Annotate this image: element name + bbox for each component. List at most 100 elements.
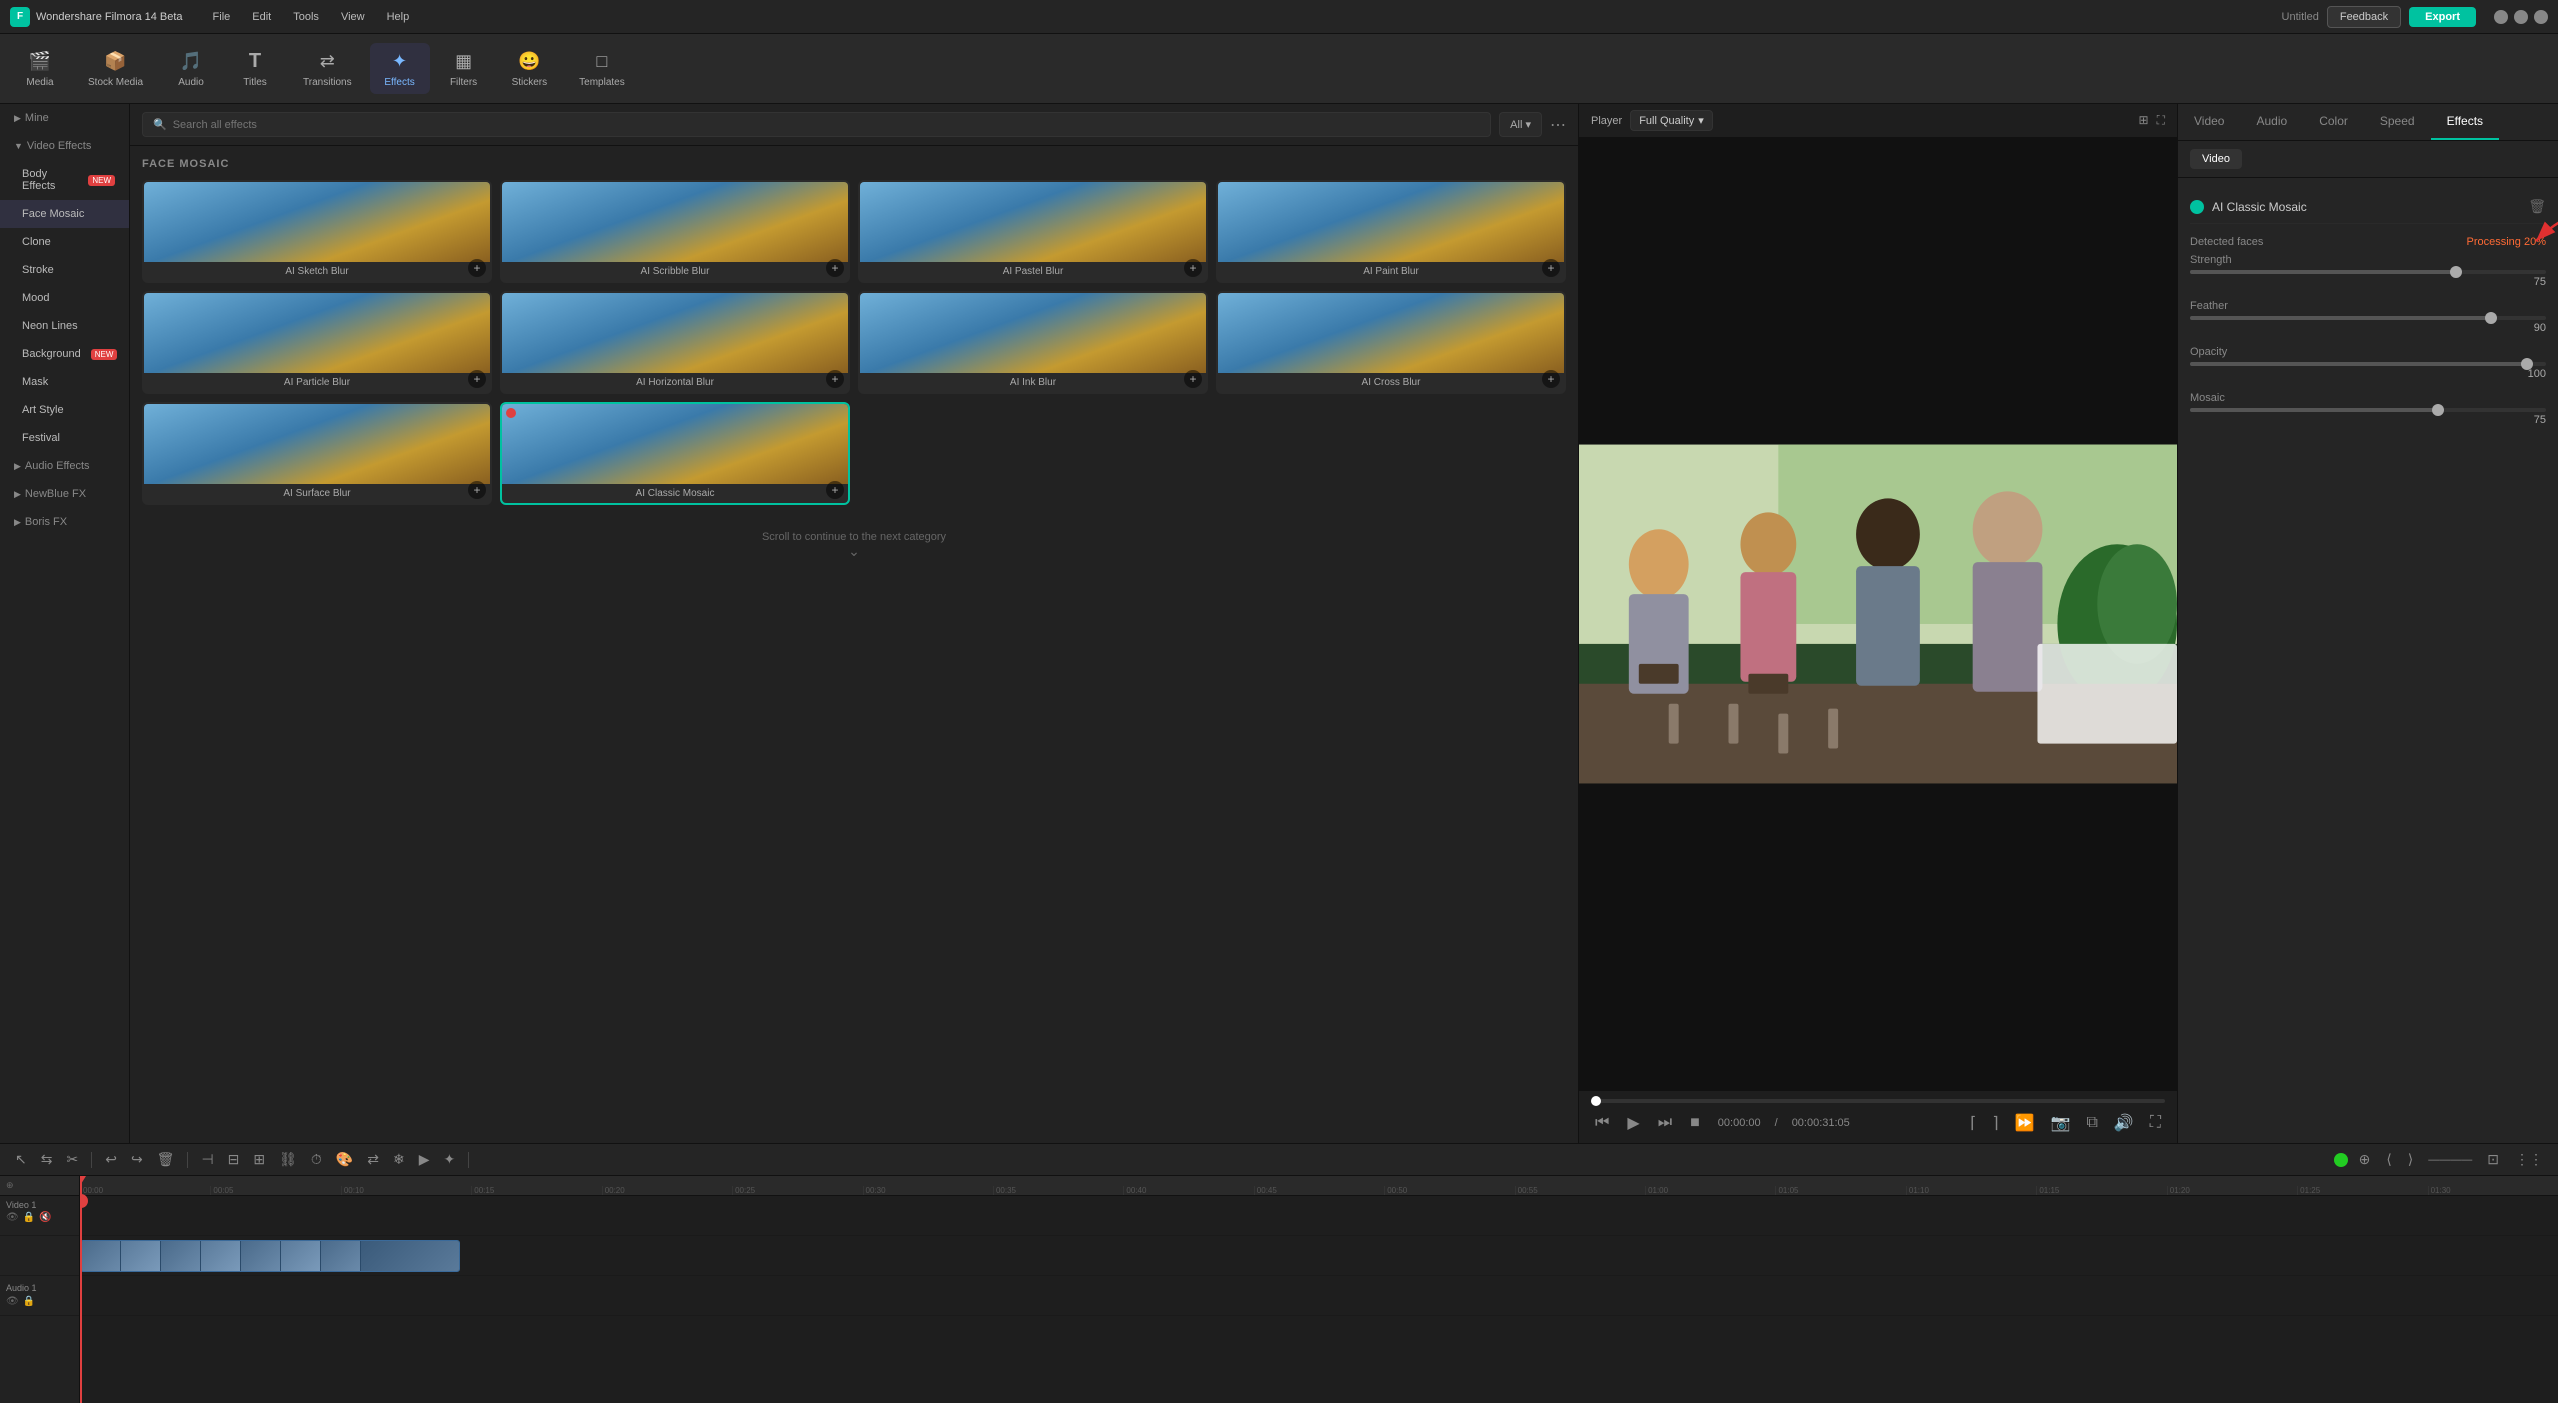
- tool-stock-media[interactable]: 📦 Stock Media: [74, 43, 157, 94]
- sidebar-item-background[interactable]: Background NEW: [0, 340, 129, 368]
- effect-ai-pastel-blur[interactable]: AI Pastel Blur +: [858, 180, 1208, 283]
- menu-edit[interactable]: Edit: [242, 7, 281, 27]
- effect-add-icon[interactable]: +: [1542, 259, 1560, 277]
- ai-button[interactable]: ✦: [439, 1148, 461, 1171]
- export-button[interactable]: Export: [2409, 7, 2476, 27]
- snapshot-button[interactable]: 📷: [2047, 1111, 2075, 1135]
- tool-transitions[interactable]: ⇄ Transitions: [289, 43, 366, 94]
- undo-button[interactable]: ↩: [100, 1148, 122, 1171]
- video-track-visibility-icon[interactable]: 👁: [6, 1212, 19, 1223]
- tab-effects[interactable]: Effects: [2431, 104, 2499, 140]
- crop-button[interactable]: ⊟: [223, 1148, 245, 1171]
- fit-timeline-button[interactable]: ⊡: [2482, 1148, 2504, 1171]
- feedback-button[interactable]: Feedback: [2327, 6, 2401, 28]
- record-button[interactable]: [2334, 1153, 2348, 1167]
- audio-track-lock-icon[interactable]: 🔒: [23, 1296, 35, 1307]
- tool-media[interactable]: 🎬 Media: [10, 43, 70, 94]
- effect-add-icon[interactable]: +: [468, 259, 486, 277]
- video-track-lock-icon[interactable]: 🔒: [23, 1212, 35, 1223]
- search-box[interactable]: 🔍: [142, 112, 1491, 137]
- effect-add-icon[interactable]: +: [826, 481, 844, 499]
- tab-video[interactable]: Video: [2178, 104, 2240, 140]
- freeze-frame-button[interactable]: ❄: [388, 1148, 410, 1171]
- section-audio-effects[interactable]: ▶ Audio Effects: [0, 452, 129, 480]
- sidebar-item-festival[interactable]: Festival: [0, 424, 129, 452]
- sidebar-item-face-mosaic[interactable]: Face Mosaic: [0, 200, 129, 228]
- effect-add-icon[interactable]: +: [468, 481, 486, 499]
- go-to-end-button[interactable]: ⏭: [1654, 1112, 1676, 1134]
- trim-button[interactable]: ✂: [61, 1148, 83, 1171]
- effect-add-icon[interactable]: +: [826, 370, 844, 388]
- video-clip[interactable]: [80, 1240, 460, 1272]
- skip-forward-button[interactable]: ⏩: [2011, 1111, 2039, 1135]
- quality-select[interactable]: Full Quality ▾: [1630, 110, 1713, 131]
- effect-add-icon[interactable]: +: [1542, 370, 1560, 388]
- next-marker-button[interactable]: ⟩: [2403, 1148, 2418, 1171]
- add-marker-button[interactable]: ⊕: [2354, 1148, 2376, 1171]
- strength-slider[interactable]: [2190, 270, 2546, 274]
- select-tool-button[interactable]: ↖: [10, 1148, 32, 1171]
- effect-add-icon[interactable]: +: [1184, 259, 1202, 277]
- sidebar-item-clone[interactable]: Clone: [0, 228, 129, 256]
- tool-templates[interactable]: □ Templates: [565, 43, 639, 94]
- opacity-slider[interactable]: [2190, 362, 2546, 366]
- filter-button[interactable]: All ▾: [1499, 112, 1542, 137]
- tab-speed[interactable]: Speed: [2364, 104, 2431, 140]
- volume-button[interactable]: 🔊: [2110, 1111, 2138, 1135]
- sidebar-item-mood[interactable]: Mood: [0, 284, 129, 312]
- mosaic-slider[interactable]: [2190, 408, 2546, 412]
- tool-stickers[interactable]: 😀 Stickers: [498, 43, 562, 94]
- tab-color[interactable]: Color: [2303, 104, 2364, 140]
- grid-settings-button[interactable]: ⋮⋮: [2510, 1148, 2548, 1171]
- effect-add-icon[interactable]: +: [1184, 370, 1202, 388]
- go-to-start-button[interactable]: ⏮: [1591, 1112, 1613, 1134]
- close-button[interactable]: [2534, 10, 2548, 24]
- menu-view[interactable]: View: [331, 7, 375, 27]
- preview-fullscreen-icon[interactable]: ⛶: [2157, 113, 2165, 128]
- strength-thumb[interactable]: [2450, 266, 2462, 278]
- split-button[interactable]: ⊣: [196, 1148, 218, 1171]
- effect-ai-paint-blur[interactable]: AI Paint Blur +: [1216, 180, 1566, 283]
- minimize-button[interactable]: [2494, 10, 2508, 24]
- video-track-mute-icon[interactable]: 🔇: [39, 1212, 51, 1223]
- progress-thumb[interactable]: [1591, 1096, 1601, 1106]
- redo-button[interactable]: ↪: [126, 1148, 148, 1171]
- section-video-effects[interactable]: ▼ Video Effects: [0, 132, 129, 160]
- menu-help[interactable]: Help: [377, 7, 420, 27]
- tool-audio[interactable]: 🎵 Audio: [161, 43, 221, 94]
- opacity-thumb[interactable]: [2521, 358, 2533, 370]
- sidebar-item-stroke[interactable]: Stroke: [0, 256, 129, 284]
- mark-out-button[interactable]: ⌉: [1988, 1111, 2002, 1135]
- tool-effects[interactable]: ✦ Effects: [370, 43, 430, 94]
- motion-button[interactable]: ▶: [414, 1148, 435, 1171]
- link-button[interactable]: ⛓: [274, 1148, 302, 1171]
- transform-button[interactable]: ⊞: [248, 1148, 270, 1171]
- delete-button[interactable]: 🗑: [152, 1148, 180, 1171]
- effect-ai-particle-blur[interactable]: AI Particle Blur +: [142, 291, 492, 394]
- effect-add-icon[interactable]: +: [468, 370, 486, 388]
- effect-ai-surface-blur[interactable]: AI Surface Blur +: [142, 402, 492, 505]
- effect-ai-ink-blur[interactable]: AI Ink Blur +: [858, 291, 1208, 394]
- menu-tools[interactable]: Tools: [283, 7, 329, 27]
- progress-bar[interactable]: [1591, 1099, 2165, 1103]
- menu-file[interactable]: File: [203, 7, 241, 27]
- ripple-edit-button[interactable]: ⇆: [36, 1148, 58, 1171]
- search-input[interactable]: [173, 119, 1480, 131]
- section-newblue-fx[interactable]: ▶ NewBlue FX: [0, 480, 129, 508]
- preview-grid-icon[interactable]: ⊞: [2139, 113, 2149, 128]
- sidebar-item-neon-lines[interactable]: Neon Lines: [0, 312, 129, 340]
- tab-audio[interactable]: Audio: [2240, 104, 2303, 140]
- prev-marker-button[interactable]: ⟨: [2381, 1148, 2396, 1171]
- tool-filters[interactable]: ▦ Filters: [434, 43, 494, 94]
- subtab-video[interactable]: Video: [2190, 149, 2242, 169]
- sidebar-item-art-style[interactable]: Art Style: [0, 396, 129, 424]
- audio-track-visibility-icon[interactable]: 👁: [6, 1296, 19, 1307]
- speed-button[interactable]: ⏱: [306, 1148, 327, 1171]
- sidebar-item-mask[interactable]: Mask: [0, 368, 129, 396]
- effect-ai-cross-blur[interactable]: AI Cross Blur +: [1216, 291, 1566, 394]
- sidebar-item-body-effects[interactable]: Body Effects NEW: [0, 160, 129, 200]
- effect-ai-horizontal-blur[interactable]: AI Horizontal Blur +: [500, 291, 850, 394]
- section-boris-fx[interactable]: ▶ Boris FX: [0, 508, 129, 536]
- effect-ai-scribble-blur[interactable]: AI Scribble Blur +: [500, 180, 850, 283]
- video-clip-row[interactable]: [80, 1236, 2558, 1276]
